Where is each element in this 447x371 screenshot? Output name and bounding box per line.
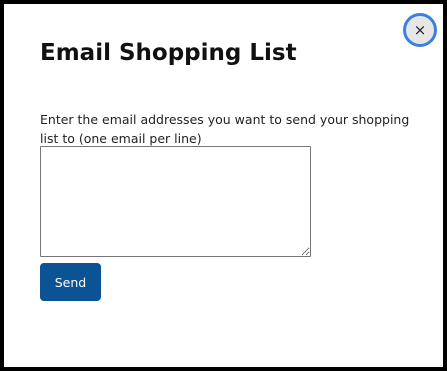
email-instructions: Enter the email addresses you want to se… <box>40 112 410 146</box>
close-button[interactable]: × <box>403 13 437 47</box>
dialog-title: Email Shopping List <box>40 40 297 66</box>
close-icon: × <box>413 20 427 39</box>
window-frame: × Email Shopping List Enter the email ad… <box>0 0 447 371</box>
email-addresses-field[interactable] <box>40 146 311 257</box>
send-button[interactable]: Send <box>40 263 101 301</box>
email-shopping-list-dialog: × Email Shopping List Enter the email ad… <box>4 4 443 367</box>
